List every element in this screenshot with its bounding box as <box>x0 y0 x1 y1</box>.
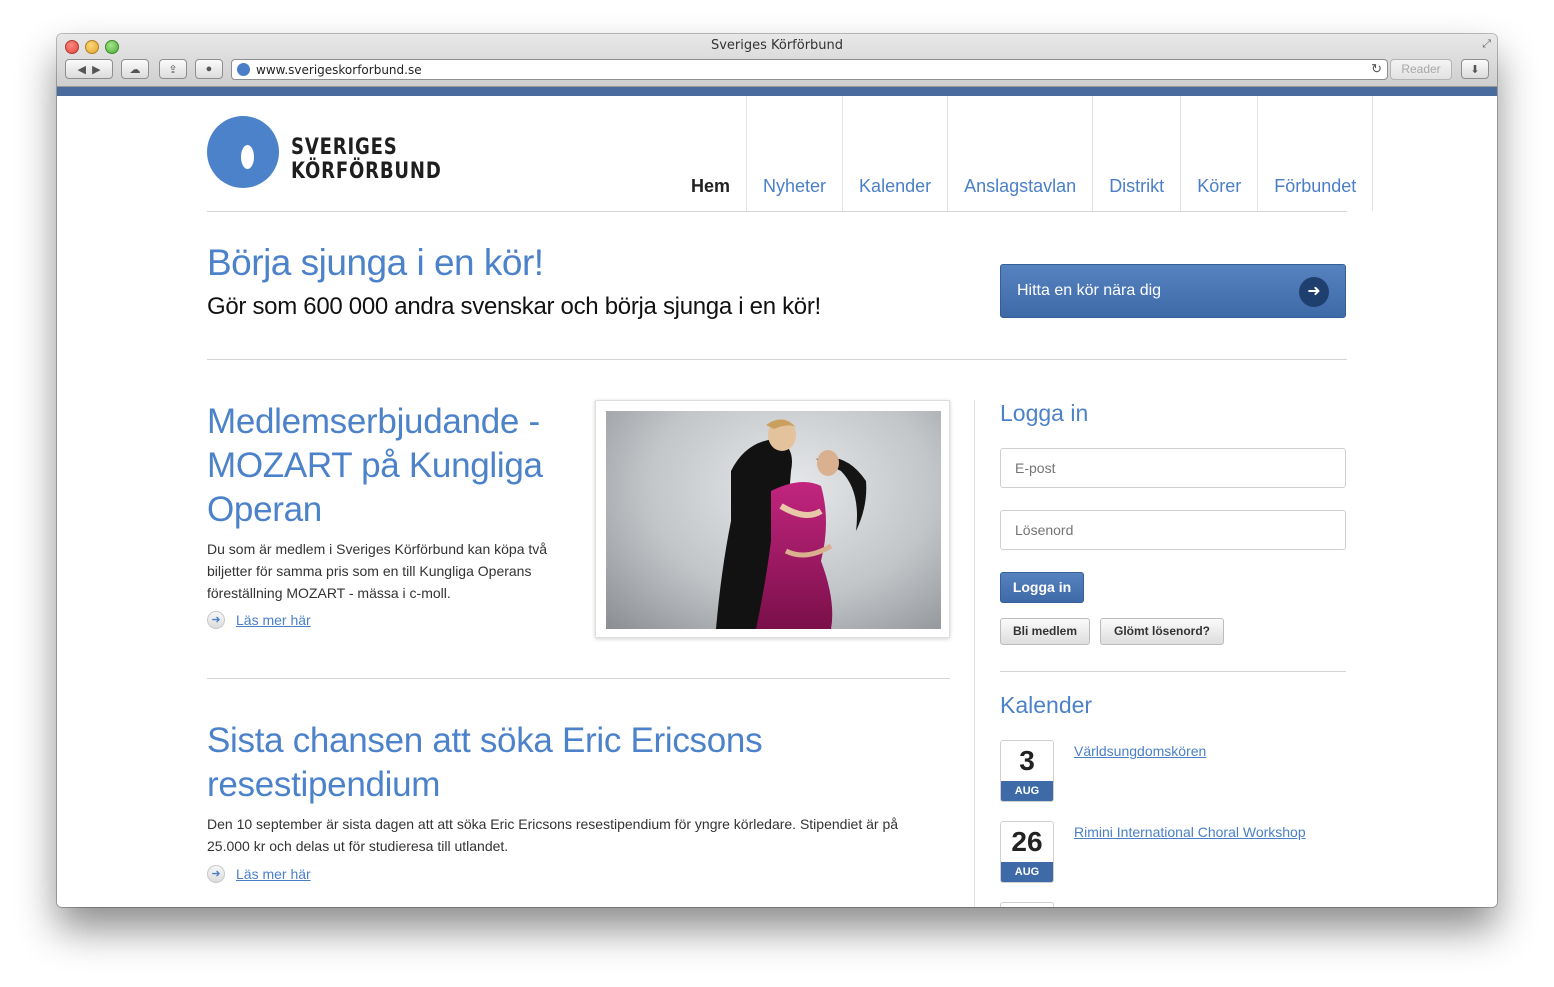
find-choir-label: Hitta en kör nära dig <box>1017 282 1162 299</box>
article-image[interactable] <box>595 400 950 638</box>
login-button[interactable]: Logga in <box>1000 572 1084 603</box>
share-icon: ⇪ <box>168 63 178 76</box>
browser-window: Sveriges Körförbund ⤢ ◀ ▶ ☁ ⇪ ● www.sver… <box>57 34 1497 907</box>
event-day: 3 <box>1019 745 1035 776</box>
event-date-badge <box>1000 902 1054 907</box>
event-date-badge: 26 AUG <box>1000 821 1054 883</box>
article-excerpt: Den 10 september är sista dagen att att … <box>207 813 898 857</box>
read-more-link[interactable]: ➜ Läs mer här <box>207 865 311 883</box>
site-favicon-icon <box>237 63 250 76</box>
email-field[interactable] <box>1000 448 1346 488</box>
downloads-button[interactable]: ⬇ <box>1461 59 1489 79</box>
nav-item-hem[interactable]: Hem <box>677 96 746 211</box>
nav-item-korer[interactable]: Körer <box>1180 96 1257 211</box>
web-page: SVERIGES KÖRFÖRBUND Hem Nyheter Kalender… <box>57 96 1497 907</box>
share-button[interactable]: ⇪ <box>159 59 187 79</box>
history-icon: ● <box>205 63 213 75</box>
article-text-line: Den 10 september är sista dagen att att … <box>207 816 899 832</box>
dancers-photo <box>606 411 941 629</box>
read-more-label[interactable]: Läs mer här <box>236 866 311 882</box>
article-text-line: biljetter för samma pris som en till Kun… <box>207 563 532 579</box>
become-member-button[interactable]: Bli medlem <box>1000 618 1090 645</box>
article-title-line[interactable]: MOZART på Kungliga <box>207 444 543 488</box>
download-icon: ⬇ <box>1470 63 1480 76</box>
password-field[interactable] <box>1000 510 1346 550</box>
forgot-password-button[interactable]: Glömt lösenord? <box>1100 618 1224 645</box>
back-arrow-icon[interactable]: ◀ <box>77 63 85 76</box>
nav-item-kalender[interactable]: Kalender <box>842 96 947 211</box>
sidebar-section-divider <box>1000 671 1346 672</box>
arrow-right-icon: ➜ <box>207 865 225 883</box>
event-link[interactable]: Världsungdomskören <box>1074 743 1206 759</box>
logo-wordmark[interactable]: SVERIGES KÖRFÖRBUND <box>291 136 442 184</box>
event-date-badge: 3 AUG <box>1000 740 1054 802</box>
arrow-right-icon: ➜ <box>1299 277 1329 307</box>
article-title-line[interactable]: resestipendium <box>207 763 762 807</box>
logo-line-2: KÖRFÖRBUND <box>291 159 442 184</box>
nav-item-nyheter[interactable]: Nyheter <box>746 96 842 211</box>
nav-item-anslagstavlan[interactable]: Anslagstavlan <box>947 96 1092 211</box>
site-top-bar <box>57 87 1497 96</box>
forward-arrow-icon[interactable]: ▶ <box>92 63 100 76</box>
find-choir-button[interactable]: Hitta en kör nära dig ➜ <box>1000 264 1346 318</box>
article-title-line[interactable]: Operan <box>207 488 543 532</box>
calendar-heading: Kalender <box>1000 692 1093 718</box>
nav-item-distrikt[interactable]: Distrikt <box>1092 96 1180 211</box>
hero-title: Börja sjunga i en kör! <box>207 242 544 283</box>
address-bar[interactable]: www.sverigeskorforbund.se ↻ <box>231 59 1388 80</box>
sidebar-divider <box>974 400 975 907</box>
nav-item-forbundet[interactable]: Förbundet <box>1257 96 1374 211</box>
reload-icon[interactable]: ↻ <box>1371 61 1382 77</box>
article-excerpt: Du som är medlem i Sveriges Körförbund k… <box>207 538 547 604</box>
logo-line-1: SVERIGES <box>291 135 398 160</box>
event-link[interactable]: Rimini International Choral Workshop <box>1074 824 1306 840</box>
login-heading: Logga in <box>1000 400 1089 426</box>
main-navigation: Hem Nyheter Kalender Anslagstavlan Distr… <box>677 96 1374 211</box>
cloud-icon: ☁ <box>129 63 141 76</box>
article-text-line: Du som är medlem i Sveriges Körförbund k… <box>207 541 548 557</box>
history-button[interactable]: ● <box>195 59 223 79</box>
article-title[interactable]: Medlemserbjudande - MOZART på Kungliga O… <box>207 400 543 532</box>
read-more-label[interactable]: Läs mer här <box>236 612 311 628</box>
browser-toolbar: Sveriges Körförbund ⤢ ◀ ▶ ☁ ⇪ ● www.sver… <box>57 34 1497 87</box>
article-title-line[interactable]: Sista chansen att söka Eric Ericsons <box>207 719 763 763</box>
back-forward-buttons[interactable]: ◀ ▶ <box>65 59 113 79</box>
hero-divider <box>207 359 1347 360</box>
url-text[interactable]: www.sverigeskorforbund.se <box>256 63 422 77</box>
event-day: 26 <box>1011 826 1043 857</box>
icloud-tabs-button[interactable]: ☁ <box>121 59 149 79</box>
arrow-right-icon: ➜ <box>207 611 225 629</box>
header-divider <box>207 211 1347 212</box>
article-text-line: föreställning MOZART - mässa i c-moll. <box>207 585 451 601</box>
article-text-line: 25.000 kr och delas ut för studieresa ti… <box>207 838 509 854</box>
event-month: AUG <box>1001 862 1053 882</box>
article-title-line[interactable]: Medlemserbjudande - <box>207 400 543 444</box>
article-divider <box>207 678 950 679</box>
hero-subtitle: Gör som 600 000 andra svenskar och börja… <box>207 293 821 320</box>
event-month: AUG <box>1001 781 1053 801</box>
article-title[interactable]: Sista chansen att söka Eric Ericsons res… <box>207 719 763 807</box>
logo-icon[interactable] <box>207 116 279 188</box>
window-title: Sveriges Körförbund <box>710 38 844 53</box>
fullscreen-icon[interactable]: ⤢ <box>1482 38 1491 51</box>
read-more-link[interactable]: ➜ Läs mer här <box>207 611 311 629</box>
reader-button[interactable]: Reader <box>1390 59 1452 80</box>
